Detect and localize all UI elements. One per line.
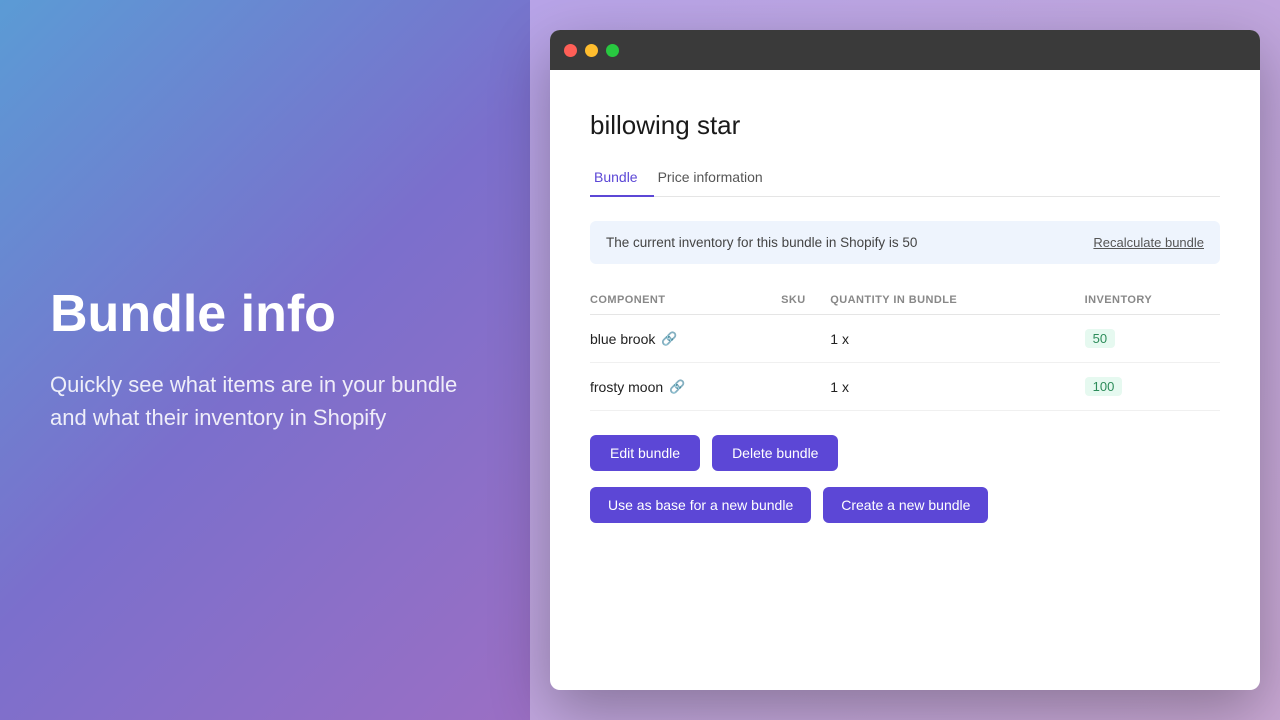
component-label-1: blue brook [590,331,655,347]
col-quantity: QUANTITY IN BUNDLE [830,286,1084,315]
component-label-2: frosty moon [590,379,663,395]
action-row-1: Edit bundle Delete bundle [590,435,1220,471]
info-banner: The current inventory for this bundle in… [590,221,1220,264]
col-sku: SKU [781,286,830,315]
col-component: COMPONENT [590,286,781,315]
quantity-1: 1 x [830,315,1084,363]
maximize-icon[interactable] [606,44,619,57]
col-inventory: INVENTORY [1085,286,1220,315]
tab-price-information[interactable]: Price information [654,161,779,197]
bundle-table: COMPONENT SKU QUANTITY IN BUNDLE INVENTO… [590,286,1220,411]
minimize-icon[interactable] [585,44,598,57]
create-new-bundle-button[interactable]: Create a new bundle [823,487,988,523]
tabs: Bundle Price information [590,161,1220,197]
action-row-2: Use as base for a new bundle Create a ne… [590,487,1220,523]
left-title: Bundle info [50,286,480,343]
inventory-1: 50 [1085,315,1220,363]
recalculate-button[interactable]: Recalculate bundle [1093,235,1204,250]
right-panel: billowing star Bundle Price information … [530,0,1280,720]
inventory-badge-1: 50 [1085,329,1115,348]
browser-titlebar [550,30,1260,70]
component-name-2: frosty moon 🔗 [590,379,781,395]
inventory-2: 100 [1085,363,1220,411]
edit-bundle-button[interactable]: Edit bundle [590,435,700,471]
sku-2 [781,363,830,411]
browser-window: billowing star Bundle Price information … [550,30,1260,690]
table-row: blue brook 🔗 1 x 50 [590,315,1220,363]
link-icon-1[interactable]: 🔗 [661,331,677,347]
delete-bundle-button[interactable]: Delete bundle [712,435,838,471]
use-as-base-button[interactable]: Use as base for a new bundle [590,487,811,523]
quantity-2: 1 x [830,363,1084,411]
inventory-badge-2: 100 [1085,377,1123,396]
browser-content: billowing star Bundle Price information … [550,70,1260,690]
left-description: Quickly see what items are in your bundl… [50,368,480,434]
left-panel: Bundle info Quickly see what items are i… [0,0,530,720]
info-banner-text: The current inventory for this bundle in… [606,235,917,250]
link-icon-2[interactable]: 🔗 [669,379,685,395]
bundle-title: billowing star [590,110,1220,141]
sku-1 [781,315,830,363]
tab-bundle[interactable]: Bundle [590,161,654,197]
table-row: frosty moon 🔗 1 x 100 [590,363,1220,411]
close-icon[interactable] [564,44,577,57]
component-name-1: blue brook 🔗 [590,331,781,347]
